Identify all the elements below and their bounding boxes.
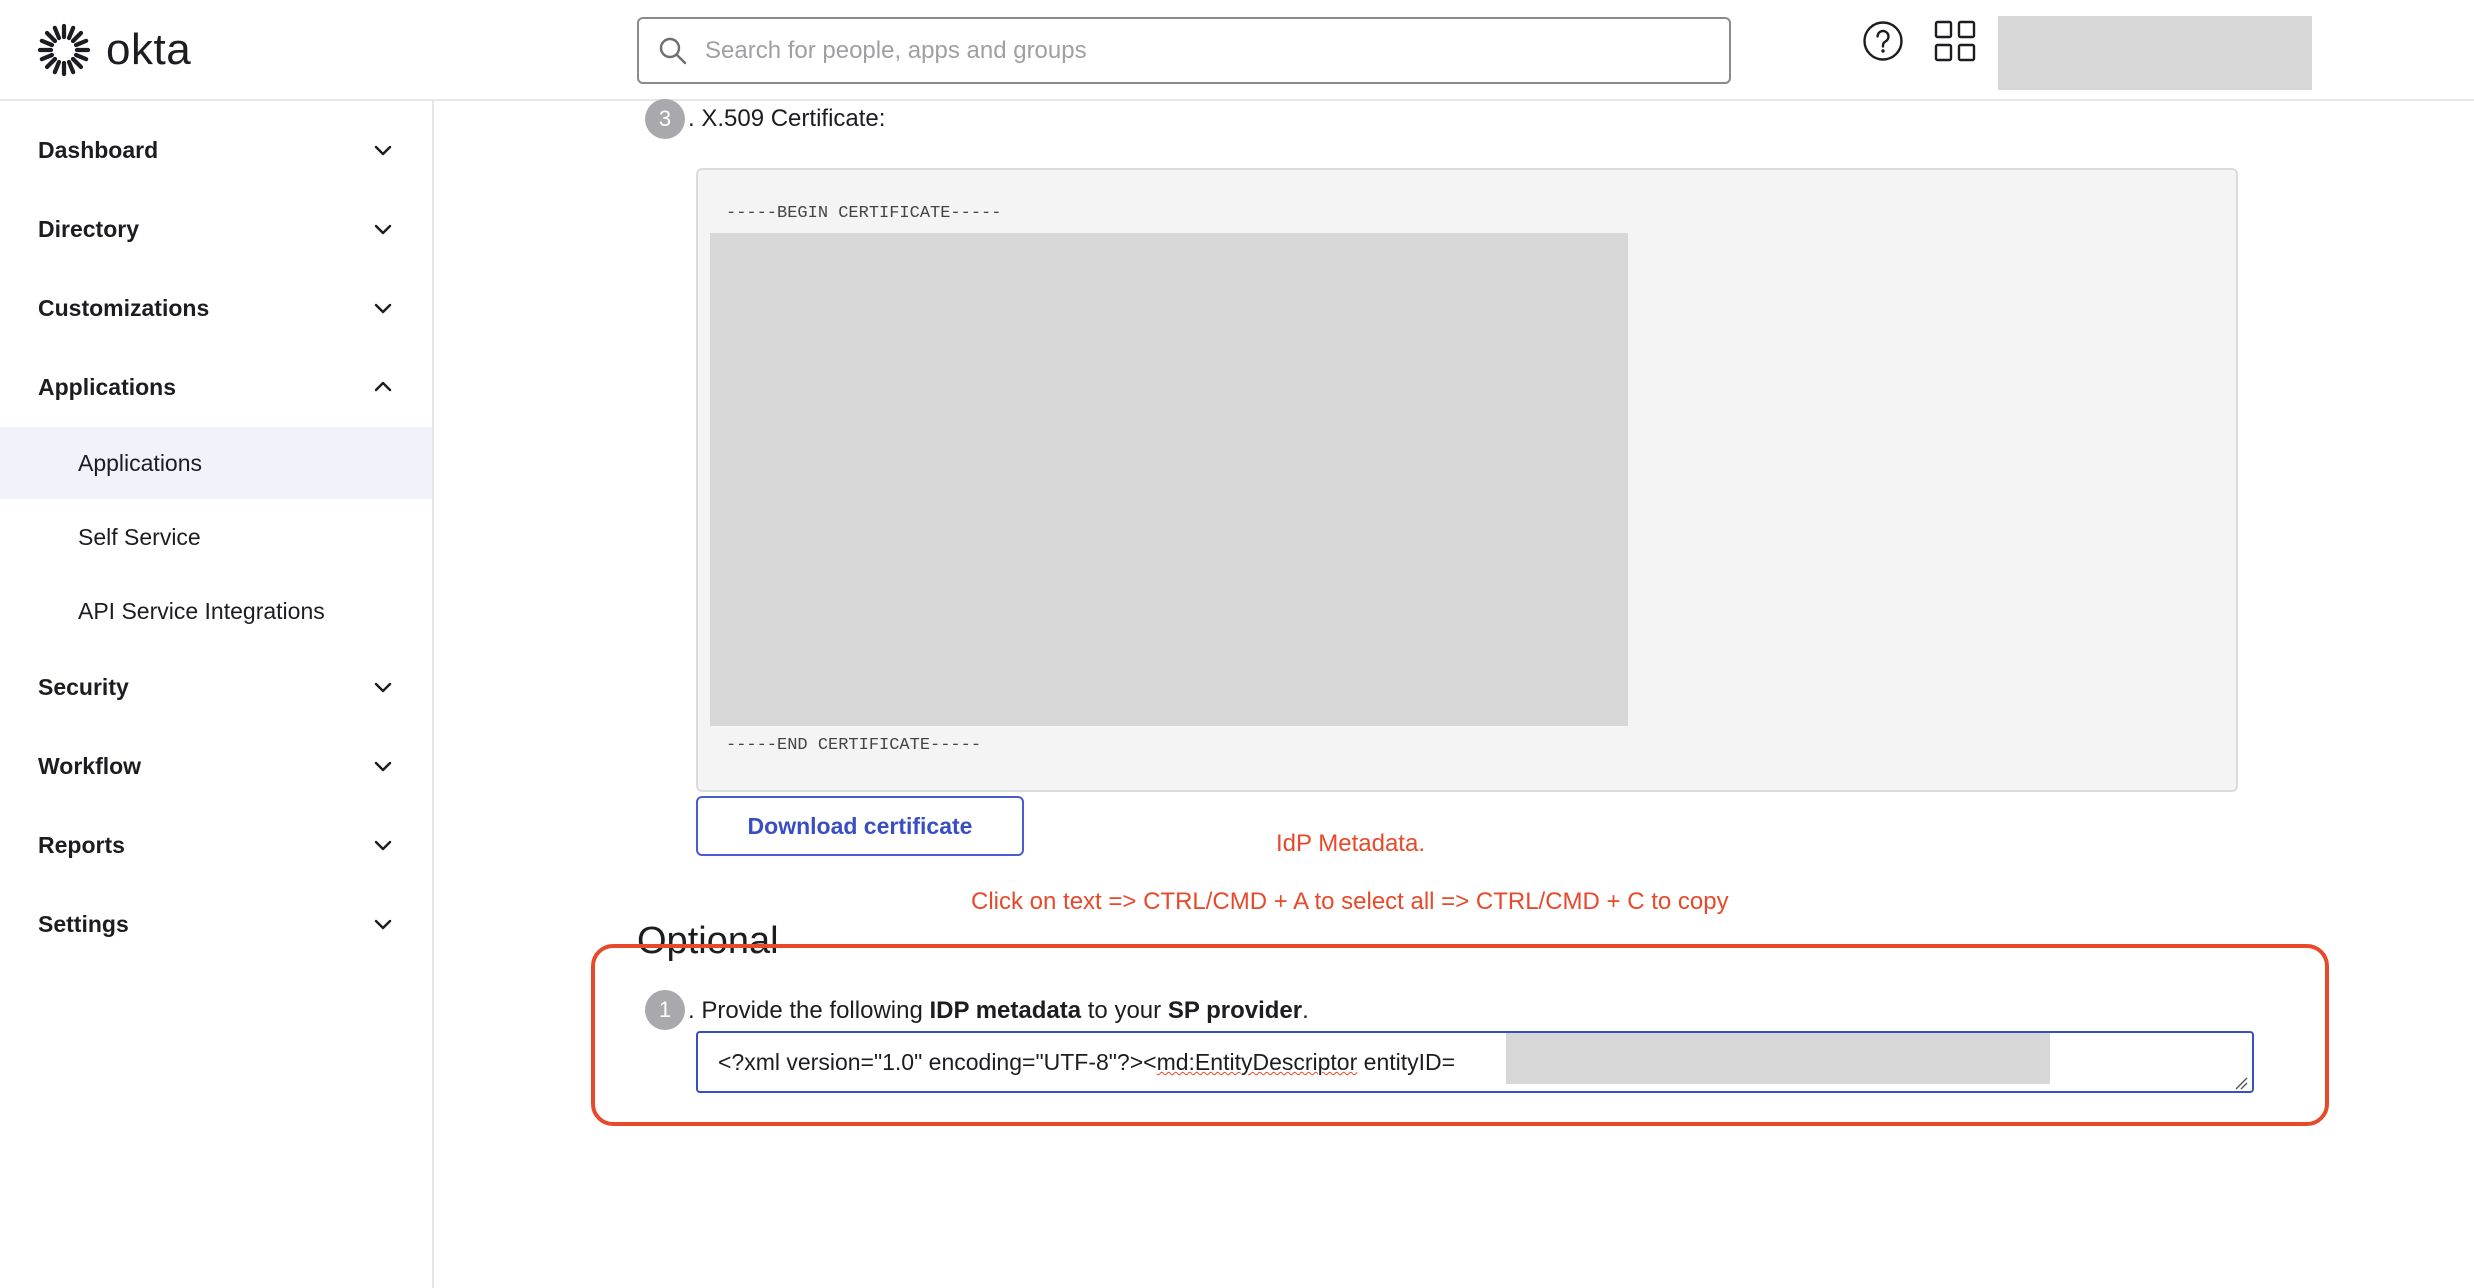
chevron-down-icon xyxy=(374,840,392,851)
sidebar-item-label: Reports xyxy=(38,831,125,858)
sidebar-subitem-label: Applications xyxy=(78,449,203,476)
sidebar-item-label: Security xyxy=(38,673,129,700)
metadata-part3: entityID= xyxy=(1357,1049,1456,1075)
search-bar[interactable] xyxy=(637,17,1731,84)
chevron-down-icon xyxy=(374,224,392,235)
annotation-title: IdP Metadata. xyxy=(1276,830,1425,857)
idp-step-suffix: . xyxy=(1302,997,1309,1024)
annotation-hint: Click on text => CTRL/CMD + A to select … xyxy=(971,888,1729,915)
sidebar-item-security[interactable]: Security xyxy=(0,650,432,724)
search-icon xyxy=(659,37,687,64)
idp-step-middle: to your xyxy=(1081,997,1168,1024)
sidebar-nav: Dashboard Directory Customizations Appli… xyxy=(0,101,434,1288)
sidebar-item-workflow[interactable]: Workflow xyxy=(0,729,432,803)
chevron-up-icon xyxy=(374,381,392,392)
okta-logo[interactable]: okta xyxy=(36,22,191,78)
sidebar-item-label: Customizations xyxy=(38,294,210,321)
okta-logo-icon xyxy=(37,23,91,77)
step-number-badge: 1 xyxy=(645,990,685,1030)
textarea-resize-handle-icon[interactable] xyxy=(2234,1076,2248,1090)
sidebar-item-label: Dashboard xyxy=(38,136,159,163)
idp-metadata-bold: IDP metadata xyxy=(929,997,1082,1024)
sidebar-subitem-label: Self Service xyxy=(78,523,201,550)
chevron-down-icon xyxy=(374,919,392,930)
brand-name: okta xyxy=(106,25,192,74)
sidebar-item-label: Settings xyxy=(38,910,129,937)
chevron-down-icon xyxy=(374,761,392,772)
help-icon[interactable] xyxy=(1862,20,1904,62)
sidebar-item-label: Directory xyxy=(38,215,139,242)
metadata-part2: md:EntityDescriptor xyxy=(1156,1049,1358,1075)
metadata-entity-id-redacted xyxy=(1506,1033,2050,1084)
search-input[interactable] xyxy=(705,36,1705,65)
metadata-part1: <?xml version="1.0" encoding="UTF-8"?>< xyxy=(718,1049,1157,1075)
cert-step-label: . X.509 Certificate: xyxy=(688,105,886,132)
sidebar-subitem-label: API Service Integrations xyxy=(78,597,325,624)
download-certificate-button[interactable]: Download certificate xyxy=(696,796,1024,856)
sidebar-item-applications[interactable]: Applications xyxy=(0,350,432,424)
sidebar-item-reports[interactable]: Reports xyxy=(0,808,432,882)
sidebar-subitem-self-service[interactable]: Self Service xyxy=(0,501,432,573)
sidebar-item-label: Workflow xyxy=(38,752,142,779)
cert-begin-line: -----BEGIN CERTIFICATE----- xyxy=(726,204,1002,223)
chevron-down-icon xyxy=(374,303,392,314)
app-grid-icon[interactable] xyxy=(1934,20,1976,62)
idp-step-prefix: . Provide the following xyxy=(688,997,930,1024)
top-header: okta xyxy=(0,0,2474,101)
sidebar-item-directory[interactable]: Directory xyxy=(0,192,432,266)
sidebar-item-settings[interactable]: Settings xyxy=(0,887,432,961)
chevron-down-icon xyxy=(374,145,392,156)
sidebar-subitem-api-service-integrations[interactable]: API Service Integrations xyxy=(0,575,432,647)
sidebar-subitem-applications[interactable]: Applications xyxy=(0,427,432,499)
chevron-down-icon xyxy=(374,682,392,693)
idp-step-label: . Provide the following IDP metadata to … xyxy=(688,997,1309,1025)
certificate-textbox[interactable]: -----BEGIN CERTIFICATE----- -----END CER… xyxy=(696,168,2238,792)
sidebar-item-customizations[interactable]: Customizations xyxy=(0,271,432,345)
user-menu-redacted[interactable] xyxy=(1998,16,2312,90)
step-number-badge: 3 xyxy=(645,99,685,139)
cert-end-line: -----END CERTIFICATE----- xyxy=(726,736,982,755)
sp-provider-bold: SP provider xyxy=(1167,997,1303,1024)
sidebar-item-dashboard[interactable]: Dashboard xyxy=(0,113,432,187)
certificate-content-redacted xyxy=(710,233,1628,726)
sidebar-item-label: Applications xyxy=(38,373,177,400)
